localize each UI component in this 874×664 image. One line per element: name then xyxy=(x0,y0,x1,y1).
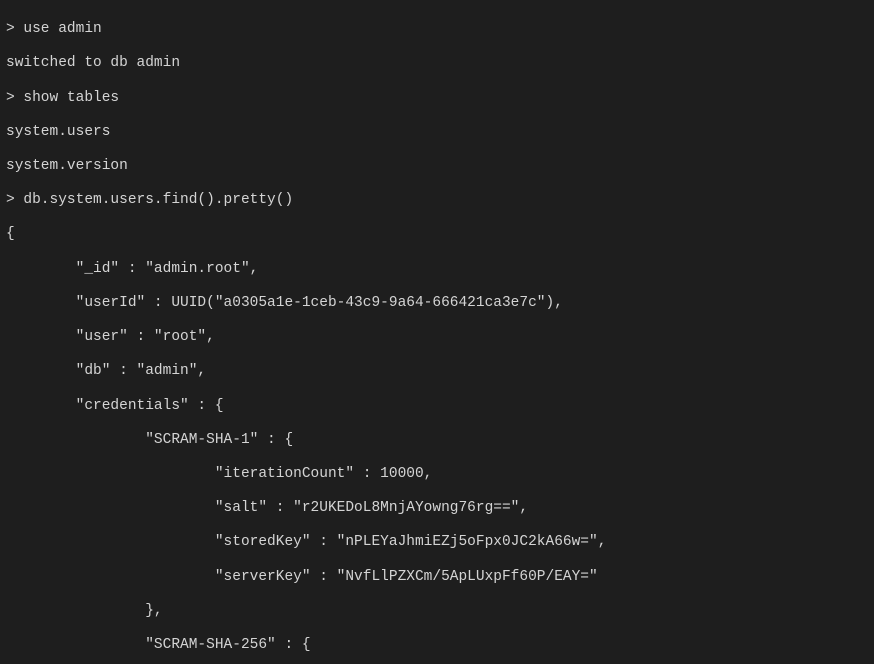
table-name: system.version xyxy=(6,158,868,175)
json-field-userid: "userId" : UUID("a0305a1e-1ceb-43c9-9a64… xyxy=(6,295,868,312)
json-sha1-storedkey: "storedKey" : "nPLEYaJhmiEZj5oFpx0JC2kA6… xyxy=(6,534,868,551)
prompt: > xyxy=(6,192,23,208)
cmd-line-show-tables: > show tables xyxy=(6,90,868,107)
table-name: system.users xyxy=(6,124,868,141)
json-sha1-close: }, xyxy=(6,603,868,620)
json-field-id: "_id" : "admin.root", xyxy=(6,261,868,278)
json-sha1-salt: "salt" : "r2UKEDoL8MnjAYowng76rg==", xyxy=(6,500,868,517)
cmd-line-find: > db.system.users.find().pretty() xyxy=(6,192,868,209)
terminal-output[interactable]: > use admin switched to db admin > show … xyxy=(0,0,874,664)
cmd-line-use-admin: > use admin xyxy=(6,21,868,38)
cmd-text: db.system.users.find().pretty() xyxy=(23,192,293,208)
json-sha1-iter: "iterationCount" : 10000, xyxy=(6,466,868,483)
response-switched-db: switched to db admin xyxy=(6,55,868,72)
cmd-text: use admin xyxy=(23,21,101,37)
json-brace-open: { xyxy=(6,226,868,243)
json-sha1-serverkey: "serverKey" : "NvfLlPZXCm/5ApLUxpFf60P/E… xyxy=(6,569,868,586)
json-credentials-open: "credentials" : { xyxy=(6,398,868,415)
json-sha1-open: "SCRAM-SHA-1" : { xyxy=(6,432,868,449)
prompt: > xyxy=(6,90,23,106)
json-sha256-open: "SCRAM-SHA-256" : { xyxy=(6,637,868,654)
prompt: > xyxy=(6,21,23,37)
cmd-text: show tables xyxy=(23,90,119,106)
json-field-db: "db" : "admin", xyxy=(6,363,868,380)
json-field-user: "user" : "root", xyxy=(6,329,868,346)
